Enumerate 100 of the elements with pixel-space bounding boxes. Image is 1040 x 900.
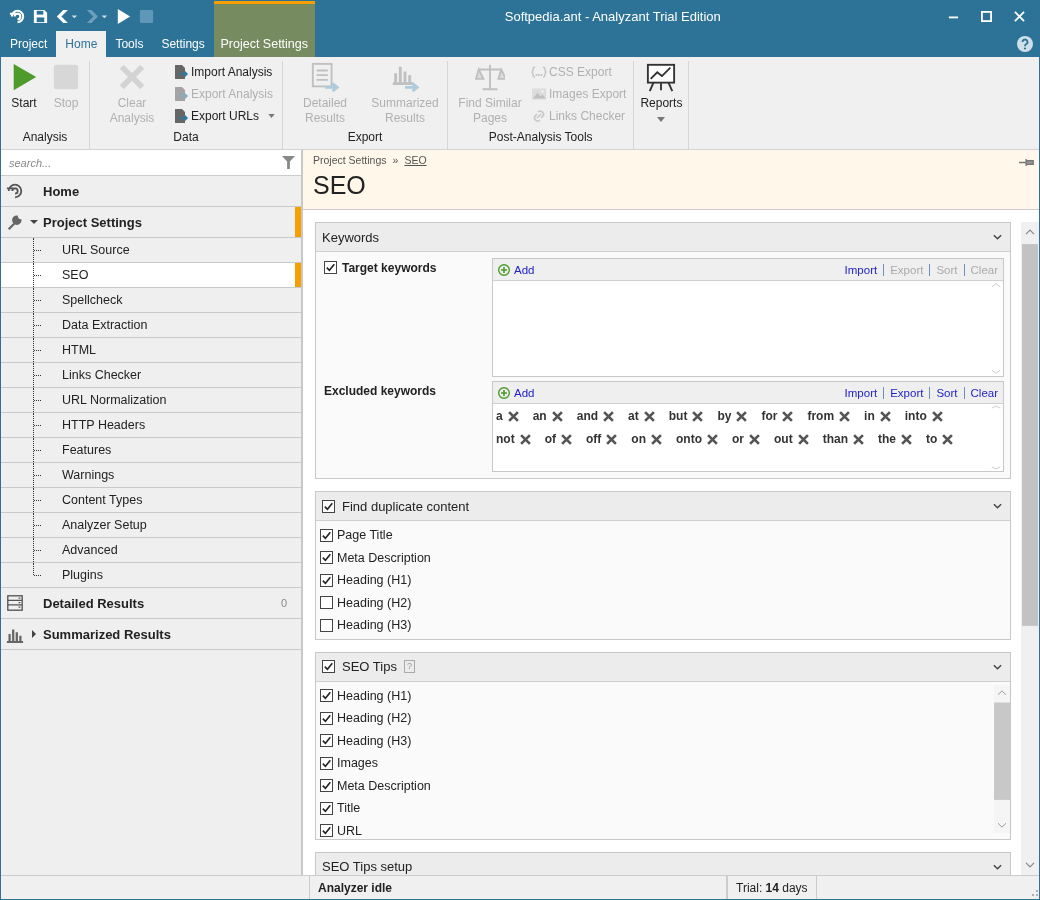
action-link[interactable]: Import xyxy=(844,263,878,276)
plus-icon xyxy=(498,263,510,276)
remove-icon[interactable] xyxy=(797,433,809,445)
search-input[interactable]: search... xyxy=(7,155,282,170)
ribbon-tab[interactable]: Tools xyxy=(106,31,153,57)
section-header[interactable]: Keywords xyxy=(316,223,1010,252)
nav-item[interactable]: Spellcheck xyxy=(1,288,301,313)
ribbon-tab[interactable]: Home xyxy=(56,31,107,57)
action-link[interactable]: Import xyxy=(844,386,878,399)
remove-icon[interactable] xyxy=(643,410,655,422)
remove-icon[interactable] xyxy=(736,410,748,422)
chevron-icon[interactable] xyxy=(993,863,1002,870)
nav-item[interactable]: Analyzer Setup xyxy=(1,513,301,538)
chevron-icon[interactable] xyxy=(993,234,1002,240)
section-header[interactable]: SEO Tips setup xyxy=(316,852,1010,875)
add-link[interactable]: Add xyxy=(498,263,535,276)
section-header[interactable]: SEO Tips ? xyxy=(316,652,1010,682)
swirl-logo-icon[interactable] xyxy=(9,7,26,25)
checkbox[interactable] xyxy=(320,824,333,838)
checkbox[interactable] xyxy=(320,711,333,725)
checkbox[interactable] xyxy=(320,779,333,793)
pin-icon[interactable] xyxy=(1019,158,1035,167)
nav-item[interactable]: HTML xyxy=(1,338,301,363)
nav-item[interactable]: Content Types xyxy=(1,488,301,513)
nav-item[interactable]: Home xyxy=(1,176,301,207)
nav-item[interactable]: Summarized Results xyxy=(1,619,301,650)
nav-item[interactable]: URL Normalization xyxy=(1,388,301,413)
expander-icon[interactable] xyxy=(29,218,38,226)
scrollbar-drawing[interactable] xyxy=(989,404,1003,471)
checkbox[interactable] xyxy=(320,801,333,815)
remove-icon[interactable] xyxy=(561,433,572,445)
scrollbar-drawing[interactable] xyxy=(989,281,1003,376)
nav-item[interactable]: Detailed Results 0 xyxy=(1,588,301,619)
list-arrow-icon xyxy=(310,62,341,92)
remove-icon[interactable] xyxy=(707,433,718,445)
checkbox[interactable] xyxy=(320,596,333,610)
checkbox[interactable] xyxy=(324,261,337,274)
breadcrumb-link[interactable]: SEO xyxy=(404,154,427,166)
action-link[interactable]: Clear xyxy=(970,386,998,399)
keyword-list[interactable]: a an and at but by for from in into not of off on onto or out than the to xyxy=(493,404,1003,471)
remove-icon[interactable] xyxy=(879,410,891,422)
checkbox[interactable] xyxy=(320,734,333,748)
checkbox[interactable] xyxy=(322,499,335,513)
checkbox[interactable] xyxy=(320,689,333,703)
section-header[interactable]: Find duplicate content xyxy=(316,492,1010,521)
remove-icon[interactable] xyxy=(839,410,851,422)
ribbon-tab[interactable]: Project xyxy=(1,31,57,57)
checkbox[interactable] xyxy=(320,618,333,632)
list-icon xyxy=(6,594,24,612)
maximize-icon[interactable] xyxy=(981,10,992,22)
remove-icon[interactable] xyxy=(651,433,662,445)
search-field[interactable]: search... xyxy=(1,150,301,176)
nav-item[interactable]: Warnings xyxy=(1,463,301,488)
keyword-text: in xyxy=(864,409,875,423)
checkbox[interactable] xyxy=(320,756,333,770)
ribbon-button[interactable]: Export URLs xyxy=(173,106,280,125)
nav-item[interactable]: URL Source xyxy=(1,238,301,263)
action-link[interactable]: Export xyxy=(890,386,924,399)
nav-item[interactable]: Plugins xyxy=(1,563,301,588)
back-icon[interactable] xyxy=(55,7,79,25)
remove-icon[interactable] xyxy=(519,433,531,445)
ribbon-tab[interactable]: Project Settings xyxy=(213,1,315,57)
filter-icon[interactable] xyxy=(282,156,295,169)
remove-icon[interactable] xyxy=(853,433,864,445)
remove-icon[interactable] xyxy=(507,410,519,422)
scrollbar-drawing[interactable] xyxy=(1021,222,1039,875)
ribbon-button[interactable]: Start xyxy=(4,61,44,111)
save-icon[interactable] xyxy=(32,7,49,25)
help-icon[interactable] xyxy=(1017,36,1033,52)
remove-icon[interactable] xyxy=(782,410,794,422)
chevron-icon[interactable] xyxy=(993,663,1002,670)
nav-item[interactable]: HTTP Headers xyxy=(1,413,301,438)
remove-icon[interactable] xyxy=(749,433,760,445)
remove-icon[interactable] xyxy=(551,410,563,422)
ribbon-button[interactable]: Import Analysis xyxy=(173,62,280,81)
scrollbar-drawing[interactable] xyxy=(994,684,1010,833)
remove-icon[interactable] xyxy=(603,410,615,422)
remove-icon[interactable] xyxy=(692,410,704,422)
ribbon-button[interactable]: Reports xyxy=(637,61,686,122)
nav-item[interactable]: Features xyxy=(1,438,301,463)
remove-icon[interactable] xyxy=(606,433,618,445)
action-link[interactable]: Sort xyxy=(936,386,958,399)
nav-item[interactable]: Advanced xyxy=(1,538,301,563)
checkbox[interactable] xyxy=(320,573,333,587)
resize-grip-icon[interactable] xyxy=(1029,887,1039,897)
expander-icon[interactable] xyxy=(29,630,38,638)
chevron-icon[interactable] xyxy=(993,503,1002,509)
nav-item[interactable]: SEO xyxy=(1,263,301,288)
play-icon[interactable] xyxy=(115,7,132,25)
add-link[interactable]: Add xyxy=(498,386,535,399)
remove-icon[interactable] xyxy=(931,410,943,422)
checkbox[interactable] xyxy=(320,528,333,542)
checkbox[interactable] xyxy=(320,551,333,565)
nav-item[interactable]: Links Checker xyxy=(1,363,301,388)
remove-icon[interactable] xyxy=(901,433,912,445)
checkbox[interactable] xyxy=(322,660,335,673)
remove-icon[interactable] xyxy=(942,433,954,445)
ribbon-tab[interactable]: Settings xyxy=(152,31,214,57)
nav-item[interactable]: Data Extraction xyxy=(1,313,301,338)
close-icon[interactable] xyxy=(1014,10,1025,22)
